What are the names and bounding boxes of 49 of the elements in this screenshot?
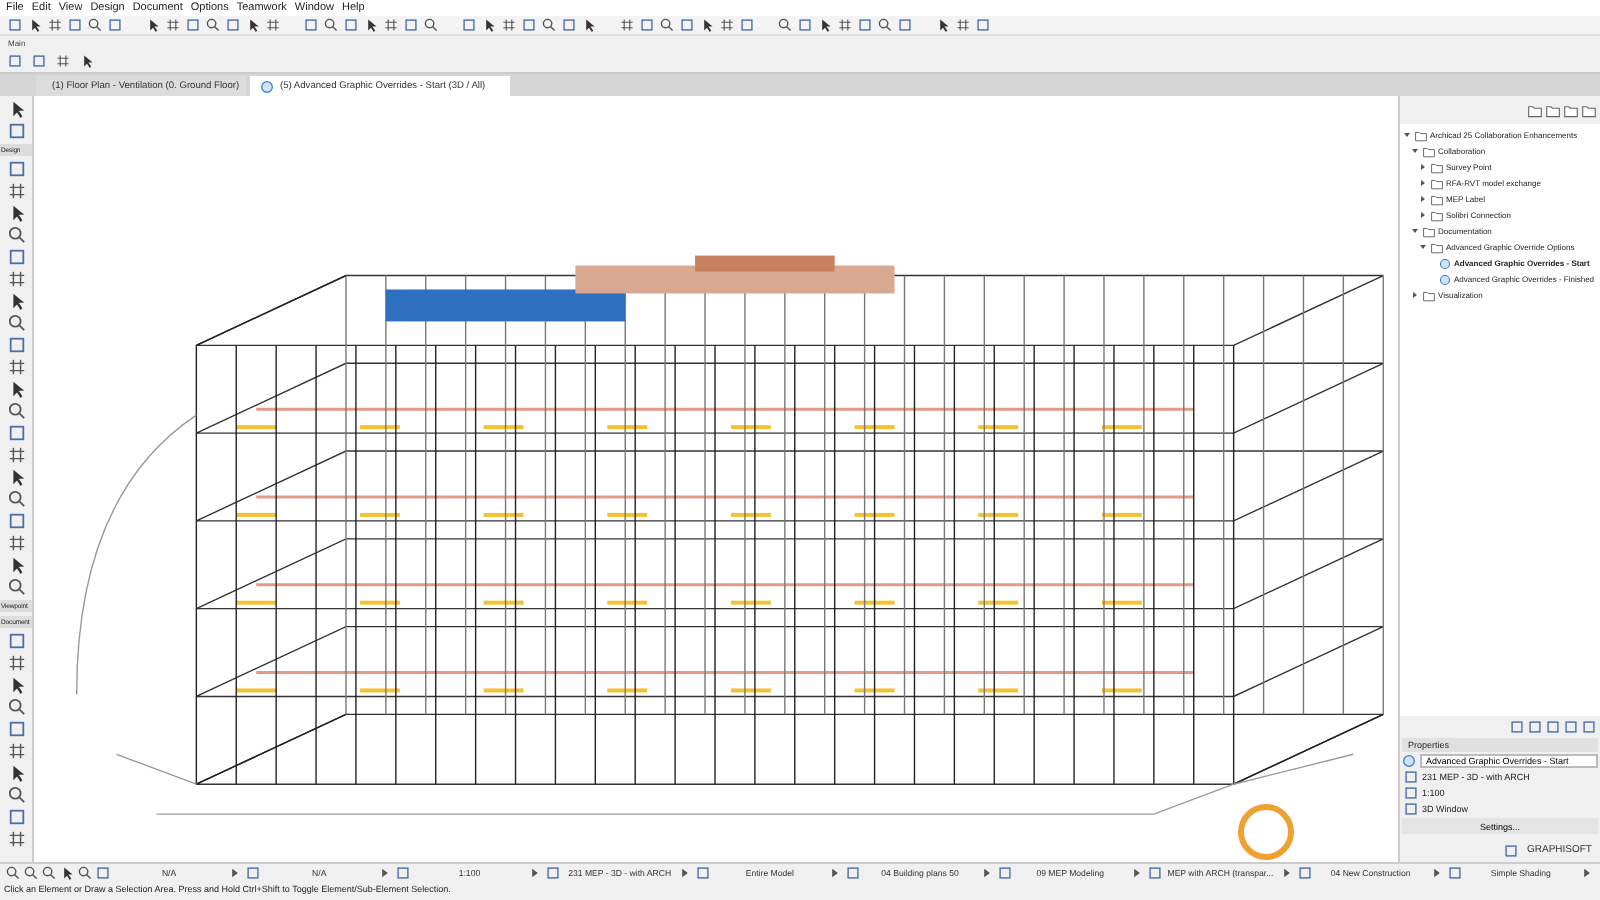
box-icon <box>1147 866 1162 880</box>
tool-icon[interactable] <box>7 490 25 508</box>
tool-icon[interactable] <box>7 314 25 332</box>
tool-icon[interactable] <box>7 830 25 848</box>
tool-icon[interactable] <box>7 676 25 694</box>
tool-icon[interactable] <box>7 182 25 200</box>
tool-icon[interactable] <box>7 742 25 760</box>
toolbar-icon[interactable] <box>206 18 220 32</box>
box-icon <box>997 866 1012 880</box>
tool-icon[interactable] <box>7 578 25 596</box>
toolbar-icon[interactable] <box>936 18 950 32</box>
toolbar-icon[interactable] <box>542 18 556 32</box>
caret-icon[interactable] <box>1410 290 1420 300</box>
box-icon <box>246 866 261 880</box>
box-icon <box>696 866 711 880</box>
tool-icon[interactable] <box>7 764 25 782</box>
arrow-icon[interactable] <box>7 100 25 118</box>
box-icon <box>396 866 411 880</box>
box-icon <box>846 866 861 880</box>
box-icon <box>1447 866 1462 880</box>
tool-icon[interactable] <box>7 446 25 464</box>
infobox-icon[interactable] <box>80 54 94 68</box>
tool-icon[interactable] <box>7 402 25 420</box>
box-icon <box>96 866 110 880</box>
tool-icon[interactable] <box>7 204 25 222</box>
tool-icon[interactable] <box>7 358 25 376</box>
toolbar-icon[interactable] <box>146 18 160 32</box>
toolbar-icon[interactable] <box>324 18 338 32</box>
toolbar-icon[interactable] <box>660 18 674 32</box>
tool-icon[interactable] <box>7 468 25 486</box>
toolbar-icon[interactable] <box>778 18 792 32</box>
tool-icon[interactable] <box>7 654 25 672</box>
tool-icon[interactable] <box>7 556 25 574</box>
toolbar-icon[interactable] <box>878 18 892 32</box>
box-icon[interactable] <box>7 122 25 140</box>
tool-icon[interactable] <box>7 534 25 552</box>
toolbar-icon[interactable] <box>88 18 102 32</box>
view-icon <box>260 79 274 93</box>
tool-icon[interactable] <box>7 270 25 288</box>
tool-icon[interactable] <box>7 786 25 804</box>
tool-icon[interactable] <box>7 226 25 244</box>
toolbar-icon[interactable] <box>424 18 438 32</box>
box-icon <box>546 866 561 880</box>
tool-icon[interactable] <box>7 698 25 716</box>
box-icon <box>1297 866 1312 880</box>
folder-icon <box>1422 289 1436 301</box>
tool-icon[interactable] <box>7 380 25 398</box>
tool-icon[interactable] <box>7 292 25 310</box>
view-icon <box>1402 754 1416 768</box>
